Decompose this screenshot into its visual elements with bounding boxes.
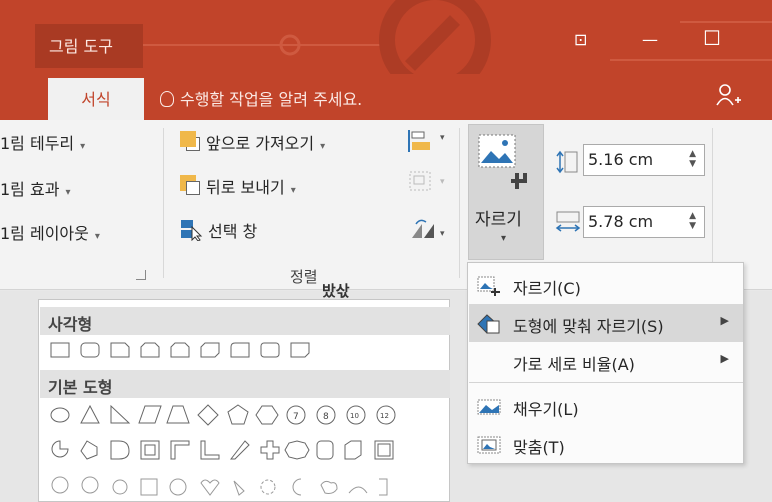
minimize-icon[interactable]: — xyxy=(642,30,658,49)
chevron-down-icon: ▾ xyxy=(290,185,296,196)
chevron-down-icon: ▾ xyxy=(65,187,71,198)
shape-width-icon xyxy=(555,211,581,232)
basic-shapes-grid[interactable]: 7 8 10 12 xyxy=(49,403,449,502)
svg-text:▾: ▾ xyxy=(440,229,445,239)
height-input[interactable]: 5.16 cm ▲ ▼ xyxy=(583,144,705,176)
picture-border-label: 1림 테두리 xyxy=(0,134,75,153)
share-person-icon[interactable] xyxy=(716,84,742,106)
width-value: 5.78 cm xyxy=(588,212,654,231)
send-backward-button[interactable]: 뒤로 보내기 ▾ xyxy=(180,174,296,198)
svg-text:10: 10 xyxy=(350,412,359,420)
group-separator xyxy=(712,128,713,278)
rectangle-shapes-row[interactable] xyxy=(49,340,349,362)
width-input[interactable]: 5.78 cm ▲ ▼ xyxy=(583,206,705,238)
menu-item-crop-to-shape[interactable]: 도형에 맞춰 자르기(S) ▶ xyxy=(469,304,743,342)
submenu-arrow-icon: ▶ xyxy=(720,314,729,327)
bring-forward-icon xyxy=(180,131,202,153)
chevron-down-icon: ▾ xyxy=(94,231,100,242)
tab-format[interactable]: 서식 xyxy=(48,78,144,120)
menu-item-label: 도형에 맞춰 자르기(S) xyxy=(513,317,664,336)
menu-item-fit[interactable]: 맞춤(T) xyxy=(469,425,743,463)
svg-text:8: 8 xyxy=(323,412,329,422)
picture-tools-label: 그림 도구 xyxy=(35,24,143,68)
maximize-icon[interactable]: ☐ xyxy=(703,26,721,50)
crop-icon xyxy=(478,134,527,189)
crop-button[interactable]: 자르기 ▾ xyxy=(468,124,544,260)
menu-separator xyxy=(469,382,743,383)
selection-pane-label: 선택 창 xyxy=(208,222,258,241)
crop-label: 자르기 xyxy=(475,210,522,230)
send-backward-label: 뒤로 보내기 xyxy=(206,178,285,197)
fill-icon xyxy=(477,399,501,415)
bring-forward-button[interactable]: 앞으로 가져오기 ▾ xyxy=(180,130,325,154)
rotate-icon[interactable]: ▾ xyxy=(412,219,445,239)
menu-item-aspect-ratio[interactable]: 가로 세로 비율(A) ▶ xyxy=(469,342,743,380)
fit-icon xyxy=(477,436,501,454)
ribbon-display-options-icon[interactable]: ⊡ xyxy=(574,30,587,49)
send-backward-icon xyxy=(180,175,202,197)
background-text: 밨삯 xyxy=(322,282,350,300)
dialog-launcher-icon[interactable] xyxy=(136,270,146,280)
svg-text:12: 12 xyxy=(380,412,389,420)
chevron-down-icon: ▾ xyxy=(501,233,507,244)
picture-border-button[interactable]: 1림 테두리 ▾ xyxy=(0,130,85,154)
menu-item-fill[interactable]: 채우기(L) xyxy=(469,387,743,425)
arrange-group-label: 정렬 xyxy=(290,268,318,286)
height-value: 5.16 cm xyxy=(588,150,654,169)
crop-icon xyxy=(477,276,500,296)
bring-forward-label: 앞으로 가져오기 xyxy=(206,134,315,153)
menu-item-label: 가로 세로 비율(A) xyxy=(513,355,635,374)
selection-pane-icon xyxy=(181,220,203,242)
picture-effects-button[interactable]: 1림 효과 ▾ xyxy=(0,176,70,200)
chevron-down-icon: ▾ xyxy=(320,141,326,152)
tell-me-box[interactable]: 수행할 작업을 알려 주세요. xyxy=(160,86,362,110)
svg-text:▾: ▾ xyxy=(440,177,445,187)
tell-me-text: 수행할 작업을 알려 주세요. xyxy=(180,90,363,109)
picture-layout-label: 1림 레이아웃 xyxy=(0,224,89,243)
shape-height-icon xyxy=(556,150,578,174)
spinner-arrows-icon[interactable]: ▲ ▼ xyxy=(689,149,696,169)
gallery-header-rectangles: 사각형 xyxy=(40,307,450,335)
lightbulb-icon xyxy=(160,91,174,107)
submenu-arrow-icon: ▶ xyxy=(720,352,729,365)
group-objects-icon[interactable]: ▾ xyxy=(409,171,445,191)
menu-item-crop[interactable]: 자르기(C) xyxy=(469,266,743,304)
picture-effects-label: 1림 효과 xyxy=(0,180,60,199)
svg-text:7: 7 xyxy=(293,412,299,422)
menu-item-label: 맞춤(T) xyxy=(513,438,565,457)
crop-dropdown-menu: 자르기(C) 도형에 맞춰 자르기(S) ▶ 가로 세로 비율(A) ▶ 채우기… xyxy=(467,262,744,464)
shapes-gallery[interactable]: 사각형 기본 도형 7 8 10 12 xyxy=(38,299,450,502)
title-bar: 그림 도구 ⊡ — ☐ xyxy=(0,0,772,74)
gallery-header-basic-shapes: 기본 도형 xyxy=(40,370,450,398)
picture-layout-button[interactable]: 1림 레이아웃 ▾ xyxy=(0,220,100,244)
group-separator xyxy=(459,128,460,278)
group-separator xyxy=(163,128,164,278)
spinner-arrows-icon[interactable]: ▲ ▼ xyxy=(689,211,696,231)
selection-pane-button[interactable]: 선택 창 xyxy=(180,218,257,242)
menu-item-label: 채우기(L) xyxy=(513,400,579,419)
menu-item-label: 자르기(C) xyxy=(513,279,581,298)
crop-to-shape-icon xyxy=(477,314,500,334)
align-icons: ▾ ▾ ▾ xyxy=(408,130,445,239)
svg-text:▾: ▾ xyxy=(440,133,445,143)
chevron-down-icon: ▾ xyxy=(80,141,86,152)
align-icon[interactable]: ▾ xyxy=(408,130,445,152)
